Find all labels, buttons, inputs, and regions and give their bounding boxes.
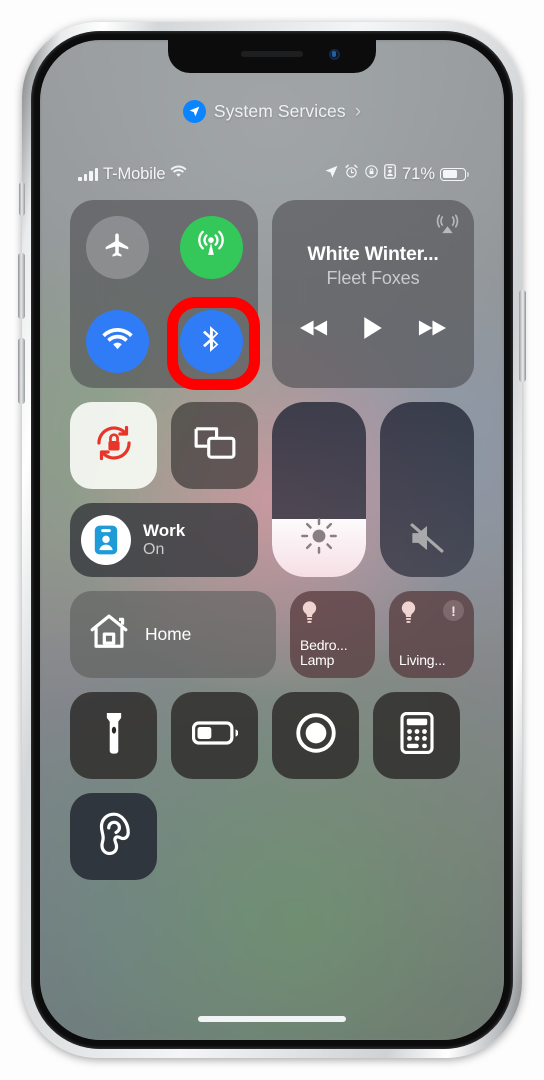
location-arrow-icon — [324, 164, 339, 184]
lightbulb-icon — [399, 600, 418, 631]
battery-icon — [440, 167, 469, 181]
utility-row-2 — [70, 793, 474, 880]
focus-text: Work On — [143, 521, 185, 560]
volume-up-button[interactable] — [18, 253, 25, 319]
alarm-clock-icon — [344, 164, 359, 184]
cc-middle-left: Work On — [70, 402, 258, 577]
airplane-mode-toggle[interactable] — [85, 215, 149, 279]
now-playing-module[interactable]: White Winter... Fleet Foxes — [272, 200, 474, 388]
home-app-label: Home — [145, 624, 192, 644]
track-artist: Fleet Foxes — [326, 268, 420, 288]
home-indicator-bar[interactable] — [198, 1016, 346, 1022]
home-accessory-bedroom-lamp[interactable]: Bedro... Lamp — [290, 591, 375, 678]
toggle-square-row — [70, 402, 258, 489]
front-camera-icon — [329, 49, 340, 60]
screen-mirroring-icon — [193, 423, 237, 468]
home-house-icon — [88, 611, 130, 658]
tile-top-bedroom — [300, 600, 365, 631]
home-app-button[interactable]: Home — [70, 591, 276, 678]
rewind-icon[interactable] — [300, 318, 329, 343]
volume-slider[interactable] — [380, 402, 474, 577]
flashlight-toggle[interactable] — [70, 692, 157, 779]
focus-badge-icon — [384, 164, 396, 184]
volume-down-button[interactable] — [18, 338, 25, 404]
transport-controls — [300, 316, 446, 345]
home-accessory-living-room[interactable]: ! Living... — [389, 591, 474, 678]
cc-row-middle: Work On — [70, 402, 474, 577]
carrier-label: T-Mobile — [103, 164, 166, 183]
tile-top-living: ! — [399, 600, 464, 631]
earpiece-speaker — [241, 51, 303, 57]
location-arrow-icon — [182, 100, 206, 123]
screen-mirroring-toggle[interactable] — [171, 402, 258, 489]
tile-label-living: Living... — [399, 652, 464, 669]
connectivity-module — [70, 200, 260, 390]
screen-recording-toggle[interactable] — [272, 692, 359, 779]
focus-module[interactable]: Work On — [70, 503, 258, 577]
status-bar-left: T-Mobile — [78, 165, 187, 184]
wifi-toggle[interactable] — [85, 309, 149, 373]
wifi-icon — [170, 165, 187, 183]
focus-work-badge-icon — [81, 515, 131, 565]
hearing-ear-icon — [95, 812, 133, 861]
cc-row-top: White Winter... Fleet Foxes — [70, 200, 474, 390]
flashlight-icon — [104, 711, 124, 760]
volume-mute-icon — [380, 521, 474, 555]
tile-label-line1: Bedro... — [300, 636, 348, 653]
screenshot-stage: System Services › T-Mobile 71% White Win… — [0, 0, 544, 1080]
tile-label-line1: Living... — [399, 652, 446, 669]
utility-row-1 — [70, 692, 474, 779]
airplane-icon — [102, 230, 132, 265]
slider-group — [272, 402, 474, 577]
status-bar-right: 71% — [324, 164, 469, 184]
rotation-lock-icon — [364, 164, 379, 184]
power-button[interactable] — [519, 290, 526, 382]
cellular-bars-icon — [78, 167, 98, 181]
lightbulb-icon — [300, 600, 319, 631]
tile-label-line2: Lamp — [300, 652, 335, 669]
battery-percent-label: 71% — [401, 164, 435, 183]
wifi-icon — [101, 327, 133, 356]
bluetooth-highlight-annotation — [167, 297, 260, 390]
brightness-sun-icon — [272, 517, 366, 555]
rotation-lock-icon — [92, 421, 136, 470]
calculator-icon — [399, 711, 434, 759]
calculator-button[interactable] — [373, 692, 460, 779]
control-center: White Winter... Fleet Foxes Work On Home… — [70, 200, 474, 894]
track-title: White Winter... — [307, 243, 439, 265]
phone-screen: System Services › T-Mobile 71% White Win… — [40, 40, 504, 1040]
status-bar: T-Mobile 71% — [40, 162, 504, 186]
cellular-antenna-icon — [195, 229, 227, 266]
fast-forward-icon[interactable] — [417, 318, 446, 343]
notch — [168, 40, 376, 73]
system-services-label: System Services — [213, 101, 346, 121]
rotation-lock-toggle[interactable] — [70, 402, 157, 489]
play-icon[interactable] — [363, 316, 383, 345]
low-power-battery-icon — [191, 720, 238, 751]
mute-switch-button[interactable] — [19, 182, 25, 216]
brightness-slider[interactable] — [272, 402, 366, 577]
chevron-right-icon: › — [354, 100, 362, 122]
airplay-audio-icon[interactable] — [436, 213, 459, 241]
low-power-mode-toggle[interactable] — [171, 692, 258, 779]
cellular-data-toggle[interactable] — [179, 215, 243, 279]
exclamation-badge-icon: ! — [443, 600, 464, 621]
focus-name: Work — [143, 520, 186, 540]
tile-label-bedroom: Bedro... Lamp — [300, 636, 365, 669]
screen-record-icon — [295, 712, 337, 759]
home-controls-row: Home Bedro... Lamp ! Living... — [70, 591, 474, 678]
hearing-button[interactable] — [70, 793, 157, 880]
focus-state: On — [143, 540, 165, 558]
system-services-banner[interactable]: System Services › — [40, 100, 504, 123]
